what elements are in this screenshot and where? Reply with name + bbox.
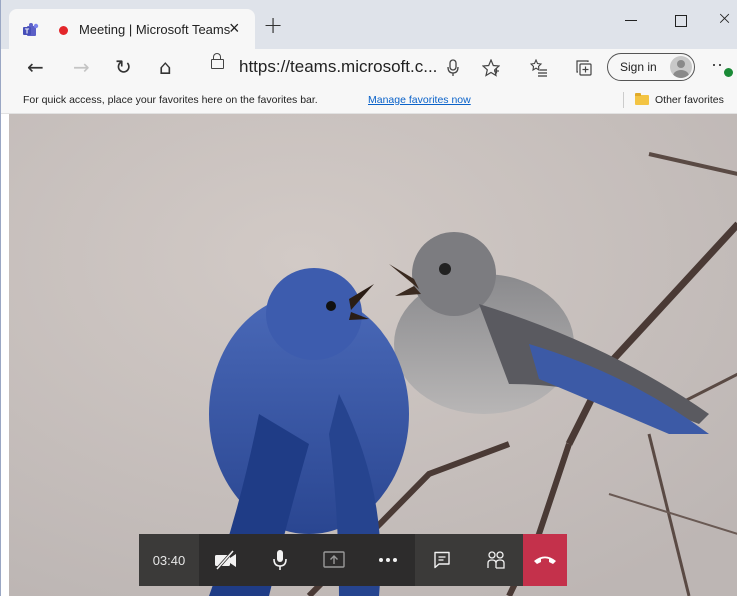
mic-icon[interactable] [447, 59, 459, 77]
favorites-list-icon[interactable] [530, 59, 548, 77]
window-close-icon[interactable]: × [717, 8, 732, 29]
favorites-divider [623, 92, 624, 108]
manage-favorites-link[interactable]: Manage favorites now [368, 94, 471, 106]
maximize-icon[interactable] [675, 15, 687, 27]
settings-more-icon[interactable]: ·· [711, 54, 723, 75]
share-screen-icon [323, 551, 345, 568]
lock-icon[interactable] [211, 53, 224, 69]
tab-title: Meeting | Microsoft Teams [79, 22, 231, 37]
favorite-star-icon[interactable] [482, 59, 500, 77]
hang-up-button[interactable] [522, 534, 567, 586]
minimize-icon[interactable] [625, 20, 637, 21]
video-feed-image [9, 114, 737, 596]
more-actions-icon [378, 558, 397, 562]
favorites-bar: For quick access, place your favorites h… [1, 87, 737, 114]
favorites-bar-message: For quick access, place your favorites h… [23, 94, 318, 106]
tab-meeting[interactable]: T Meeting | Microsoft Teams × [9, 9, 255, 49]
avatar [670, 56, 692, 78]
home-icon[interactable]: ⌂ [159, 56, 172, 78]
collections-icon[interactable] [575, 59, 593, 77]
meeting-controls-bar: 03:40 [139, 534, 567, 586]
navigation-bar: ← → ↻ ⌂ https://teams.microsoft.c... Sig… [1, 49, 737, 87]
meeting-video-area: 03:40 [9, 114, 737, 596]
share-screen-button[interactable] [307, 534, 361, 586]
svg-text:T: T [25, 29, 30, 36]
sign-in-label: Sign in [620, 60, 657, 74]
forward-icon[interactable]: → [73, 56, 90, 78]
more-actions-button[interactable] [361, 534, 415, 586]
participants-button[interactable] [469, 534, 523, 586]
chat-button[interactable] [415, 534, 469, 586]
address-url[interactable]: https://teams.microsoft.c... [239, 57, 437, 77]
update-badge [724, 68, 733, 77]
camera-toggle-button[interactable] [199, 534, 253, 586]
new-tab-icon[interactable]: + [263, 13, 283, 37]
back-icon[interactable]: ← [27, 56, 44, 78]
recording-indicator-icon [59, 26, 68, 35]
other-favorites-item[interactable]: Other favorites [655, 94, 724, 106]
refresh-icon[interactable]: ↻ [115, 56, 132, 78]
participants-icon [487, 551, 505, 569]
side-panel-controls [414, 534, 523, 586]
folder-icon[interactable] [635, 93, 649, 105]
hang-up-icon [533, 556, 556, 564]
chat-icon [434, 551, 450, 569]
media-controls [198, 534, 415, 586]
microphone-button[interactable] [253, 534, 307, 586]
tab-close-icon[interactable]: × [229, 19, 240, 37]
meeting-timer: 03:40 [139, 534, 199, 586]
browser-window: T Meeting | Microsoft Teams × + × ← → ↻ … [0, 0, 737, 596]
camera-off-icon [214, 550, 236, 570]
teams-icon: T [23, 23, 39, 36]
sign-in-button[interactable]: Sign in [607, 53, 695, 81]
microphone-icon [273, 550, 287, 570]
tab-strip: T Meeting | Microsoft Teams × + × [1, 0, 737, 49]
